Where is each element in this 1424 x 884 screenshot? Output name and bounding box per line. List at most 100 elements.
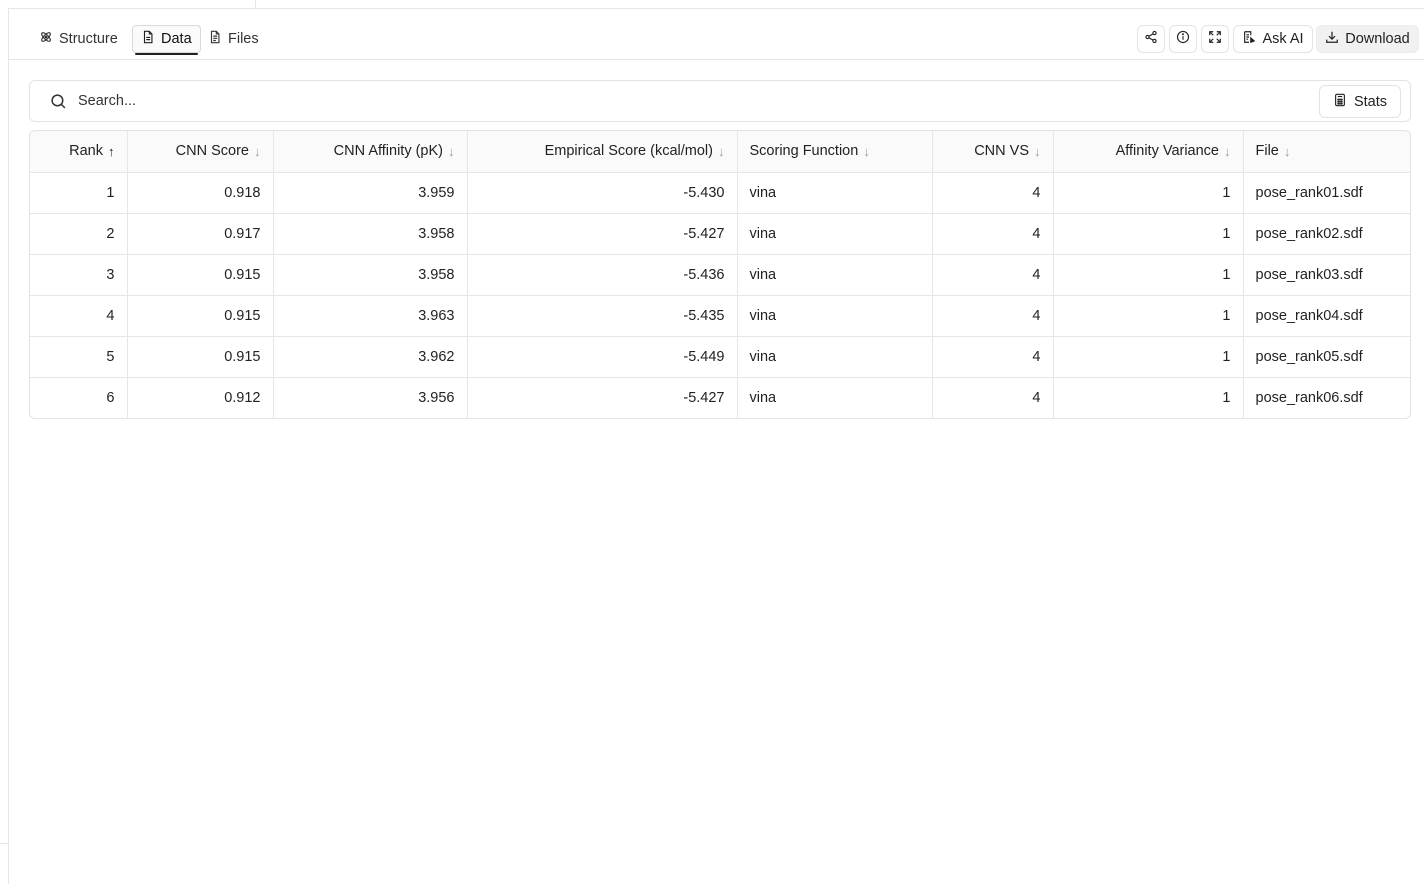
file-text-icon	[208, 30, 222, 48]
document-icon	[141, 30, 155, 48]
share-icon	[1144, 30, 1158, 48]
stats-button[interactable]: Stats	[1319, 85, 1401, 118]
cell-cnn-vs: 4	[932, 172, 1054, 214]
tab-files-label: Files	[228, 31, 259, 47]
table-row[interactable]: 6 0.912 3.956 -5.427 vina 4 1 pose_rank0…	[30, 377, 1410, 418]
cell-affinity-variance: 1	[1053, 172, 1244, 214]
column-header-file[interactable]: File ↓	[1243, 131, 1410, 173]
cell-scoring-function: vina	[737, 254, 933, 296]
tab-data[interactable]: Data	[132, 25, 201, 55]
left-frame-line	[8, 8, 9, 884]
sort-icon: ↓	[718, 143, 725, 159]
column-header-affinity-variance[interactable]: Affinity Variance ↓	[1053, 131, 1244, 173]
download-icon	[1325, 30, 1339, 48]
sort-icon: ↓	[254, 143, 261, 159]
column-header-scoring-function[interactable]: Scoring Function ↓	[737, 131, 933, 173]
table-row[interactable]: 3 0.915 3.958 -5.436 vina 4 1 pose_rank0…	[30, 254, 1410, 296]
cell-cnn-vs: 4	[932, 377, 1054, 418]
cell-rank: 6	[30, 377, 128, 418]
table-header-row: Rank ↑ CNN Score ↓ CNN Affinity (pK) ↓ Empi…	[30, 131, 1410, 173]
cell-rank: 2	[30, 213, 128, 255]
cell-cnn-vs: 4	[932, 336, 1054, 378]
share-button[interactable]	[1137, 25, 1165, 53]
sort-icon: ↓	[863, 143, 870, 159]
results-table: Rank ↑ CNN Score ↓ CNN Affinity (pK) ↓ Empi…	[29, 130, 1411, 419]
tab-data-label: Data	[161, 31, 192, 47]
cell-cnn-score: 0.918	[127, 172, 274, 214]
cell-file: pose_rank05.sdf	[1243, 336, 1410, 378]
cell-empirical-score: -5.430	[467, 172, 738, 214]
cell-file: pose_rank06.sdf	[1255, 389, 1363, 406]
download-button[interactable]: Download	[1316, 25, 1419, 53]
cell-cnn-affinity: 3.963	[273, 295, 468, 337]
cell-cnn-affinity: 3.958	[273, 213, 468, 255]
column-header-cnn-score[interactable]: CNN Score ↓	[127, 131, 274, 173]
cell-empirical-score: -5.435	[467, 295, 738, 337]
tab-structure[interactable]: Structure	[31, 25, 126, 53]
ask-ai-button[interactable]: Ask AI	[1233, 25, 1313, 53]
cell-empirical-score: -5.427	[467, 213, 738, 255]
left-frame-tick	[0, 843, 8, 844]
info-button[interactable]	[1169, 25, 1197, 53]
cell-scoring-function: vina	[737, 377, 933, 418]
calculator-icon	[1333, 93, 1347, 111]
cell-empirical-score: -5.449	[467, 336, 738, 378]
cell-rank: 4	[30, 295, 128, 337]
top-frame	[0, 0, 1424, 9]
cell-scoring-function: vina	[737, 336, 933, 378]
cell-affinity-variance: 1	[1053, 336, 1244, 378]
cell-cnn-score: 0.915	[127, 254, 274, 296]
ask-ai-label: Ask AI	[1262, 31, 1304, 47]
sort-asc-icon: ↑	[108, 143, 115, 159]
column-header-rank[interactable]: Rank ↑	[30, 131, 128, 173]
ask-ai-icon	[1242, 30, 1256, 48]
cell-file: pose_rank01.sdf	[1243, 172, 1410, 214]
tab-files[interactable]: Files	[200, 25, 267, 53]
sort-icon: ↓	[448, 143, 455, 159]
cell-empirical-score: -5.436	[467, 254, 738, 296]
search-input[interactable]	[78, 89, 1308, 113]
cell-cnn-affinity: 3.962	[273, 336, 468, 378]
cell-cnn-affinity: 3.959	[273, 172, 468, 214]
cell-cnn-vs: 4	[932, 295, 1054, 337]
cell-cnn-vs: 4	[932, 254, 1054, 296]
expand-icon	[1208, 30, 1222, 48]
cell-affinity-variance: 1	[1053, 254, 1244, 296]
cell-file: pose_rank03.sdf	[1243, 254, 1410, 296]
sort-icon: ↓	[1224, 143, 1231, 159]
sort-icon: ↓	[1034, 143, 1041, 159]
table-row[interactable]: 2 0.917 3.958 -5.427 vina 4 1 pose_rank0…	[30, 213, 1410, 255]
search-icon	[50, 93, 67, 110]
cell-scoring-function: vina	[737, 213, 933, 255]
table-row[interactable]: 5 0.915 3.962 -5.449 vina 4 1 pose_rank0…	[30, 336, 1410, 378]
tab-structure-label: Structure	[59, 31, 118, 47]
cell-cnn-score: 0.917	[127, 213, 274, 255]
atom-icon	[39, 30, 53, 48]
cell-cnn-vs: 4	[932, 213, 1054, 255]
cell-rank: 1	[30, 172, 128, 214]
cell-cnn-score: 0.915	[127, 295, 274, 337]
table-row[interactable]: 1 0.918 3.959 -5.430 vina 4 1 pose_rank0…	[30, 172, 1410, 214]
view-toolbar: Structure Data Files Ask AI Download	[9, 9, 1424, 60]
search-bar: Stats	[29, 80, 1411, 122]
cell-affinity-variance: 1	[1053, 213, 1244, 255]
column-header-cnn-affinity[interactable]: CNN Affinity (pK) ↓	[273, 131, 468, 173]
cell-cnn-score: 0.912	[127, 377, 274, 418]
cell-affinity-variance: 1	[1053, 295, 1244, 337]
download-label: Download	[1345, 31, 1410, 47]
table-row[interactable]: 4 0.915 3.963 -5.435 vina 4 1 pose_rank0…	[30, 295, 1410, 337]
column-header-cnn-vs[interactable]: CNN VS ↓	[932, 131, 1054, 173]
cell-scoring-function: vina	[737, 295, 933, 337]
cell-cnn-affinity: 3.956	[273, 377, 468, 418]
cell-cnn-score: 0.915	[127, 336, 274, 378]
cell-file: pose_rank02.sdf	[1243, 213, 1410, 255]
stats-label: Stats	[1353, 93, 1388, 110]
sort-icon: ↓	[1283, 143, 1291, 159]
cell-affinity-variance: 1	[1053, 377, 1244, 418]
fullscreen-button[interactable]	[1201, 25, 1229, 53]
cell-rank: 5	[30, 336, 128, 378]
cell-file: pose_rank04.sdf	[1243, 295, 1410, 337]
column-header-empirical-score[interactable]: Empirical Score (kcal/mol) ↓	[467, 131, 738, 173]
cell-cnn-affinity: 3.958	[273, 254, 468, 296]
cell-scoring-function: vina	[737, 172, 933, 214]
